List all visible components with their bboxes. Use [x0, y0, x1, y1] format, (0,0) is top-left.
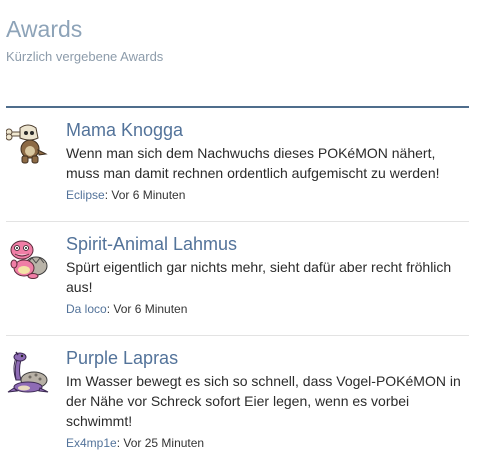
- marowak-sprite-icon[interactable]: [5, 122, 50, 166]
- awards-panel: Awards Kürzlich vergebene Awards Mama Kn…: [0, 0, 477, 455]
- award-name-link[interactable]: Mama Knogga: [66, 119, 469, 141]
- list-item: Spirit-Animal Lahmus Spürt eigentlich ga…: [6, 222, 469, 336]
- list-item: Purple Lapras Im Wasser bewegt es sich s…: [6, 336, 469, 450]
- award-meta: Eclipse: Vor 6 Minuten: [66, 187, 469, 203]
- award-timestamp: Vor 6 Minuten: [113, 302, 188, 316]
- award-description: Wenn man sich dem Nachwuchs dieses POKéM…: [66, 145, 440, 181]
- awards-header: Awards Kürzlich vergebene Awards: [6, 15, 163, 65]
- award-description: Spürt eigentlich gar nichts mehr, sieht …: [66, 259, 452, 295]
- award-timestamp: Vor 6 Minuten: [111, 188, 186, 202]
- award-timestamp: Vor 25 Minuten: [123, 436, 205, 450]
- award-content: Purple Lapras Im Wasser bewegt es sich s…: [66, 347, 469, 451]
- award-description: Im Wasser bewegt es sich so schnell, das…: [66, 373, 461, 429]
- award-user-link[interactable]: Eclipse: [66, 188, 105, 202]
- list-item: Mama Knogga Wenn man sich dem Nachwuchs …: [5, 108, 469, 222]
- award-name-link[interactable]: Spirit-Animal Lahmus: [66, 233, 469, 255]
- lapras-sprite-icon[interactable]: [6, 350, 50, 394]
- slowbro-sprite-icon[interactable]: [6, 236, 50, 280]
- award-name-link[interactable]: Purple Lapras: [66, 347, 469, 369]
- award-content: Mama Knogga Wenn man sich dem Nachwuchs …: [66, 119, 469, 203]
- award-user-link[interactable]: Ex4mp1e: [66, 436, 117, 450]
- award-content: Spirit-Animal Lahmus Spürt eigentlich ga…: [66, 233, 469, 317]
- page-subtitle: Kürzlich vergebene Awards: [6, 49, 164, 64]
- page-title: Awards: [6, 16, 83, 42]
- award-user-link[interactable]: Da loco: [66, 302, 107, 316]
- award-meta: Da loco: Vor 6 Minuten: [66, 301, 469, 317]
- award-meta: Ex4mp1e: Vor 25 Minuten: [66, 435, 469, 451]
- awards-list: Mama Knogga Wenn man sich dem Nachwuchs …: [5, 108, 469, 450]
